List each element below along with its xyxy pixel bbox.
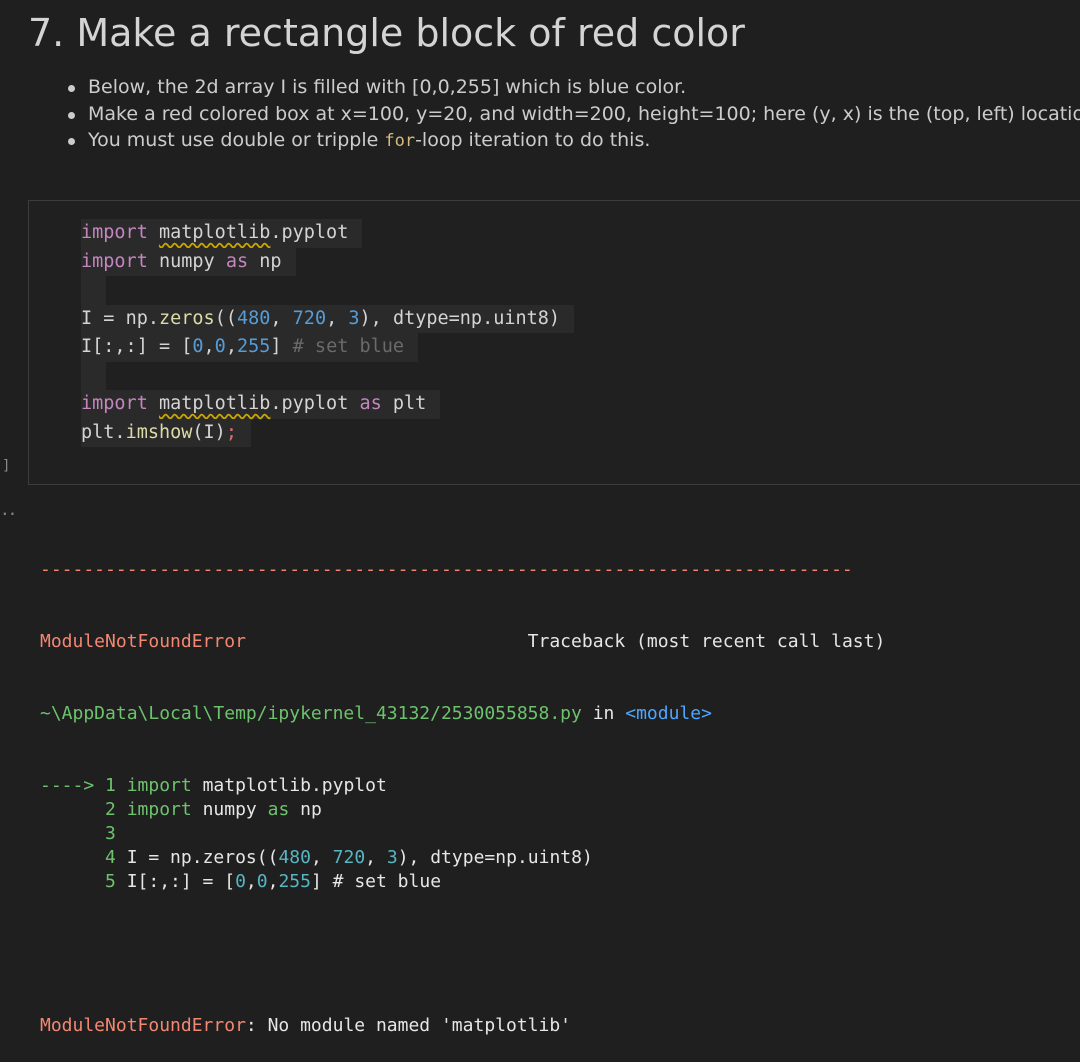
bullet-item: Make a red colored box at x=100, y=20, a…	[66, 101, 1080, 128]
error-name: ModuleNotFoundError	[40, 631, 246, 652]
file-path: ~\AppData\Local\Temp/ipykernel_43132/253…	[40, 703, 582, 724]
final-error: ModuleNotFoundError: No module named 'ma…	[40, 1014, 885, 1038]
traceback-location: ~\AppData\Local\Temp/ipykernel_43132/253…	[40, 702, 885, 726]
cell-output: ----------------------------------------…	[40, 510, 885, 1062]
code-line[interactable]: import matplotlib.pyplot	[81, 219, 574, 248]
traceback-line: 4 I = np.zeros((480, 720, 3), dtype=np.u…	[40, 847, 593, 868]
traceback-line: 5 I[:,:] = [0,0,255] # set blue	[40, 871, 442, 892]
traceback-line: 2 import numpy as np	[40, 799, 322, 820]
code-line[interactable]: plt.imshow(I);	[81, 418, 574, 447]
code-line[interactable]: import matplotlib.pyplot as plt	[81, 390, 574, 419]
code-line[interactable]: I[:,:] = [0,0,255] # set blue	[81, 333, 574, 362]
final-error-message: : No module named 'matplotlib'	[245, 1015, 572, 1036]
final-error-name: ModuleNotFoundError	[40, 1015, 246, 1036]
traceback-line: ----> 1 import matplotlib.pyplot	[40, 775, 387, 796]
bullet-item: You must use double or tripple for-loop …	[66, 127, 1080, 154]
traceback-line: 3	[40, 823, 116, 844]
code-line[interactable]: import numpy as np	[81, 247, 574, 276]
in-word: in	[592, 703, 615, 724]
bullet-text: -loop iteration to do this.	[415, 129, 651, 151]
execution-count: ]	[2, 458, 11, 474]
traceback-label: Traceback (most recent call last)	[527, 631, 886, 652]
code-line[interactable]	[81, 361, 574, 390]
traceback-lines: ----> 1 import matplotlib.pyplot 2 impor…	[40, 774, 885, 894]
bullet-item: Below, the 2d array I is filled with [0,…	[66, 74, 1080, 101]
bullet-text: You must use double or tripple	[88, 129, 385, 151]
code-line[interactable]	[81, 276, 574, 305]
code-editor[interactable]: import matplotlib.pyplot import numpy as …	[81, 219, 575, 447]
traceback-header: ModuleNotFoundError Traceback (most rece…	[40, 630, 885, 654]
module-tag: <module>	[625, 703, 712, 724]
inline-code: for	[384, 131, 416, 151]
traceback-separator: ----------------------------------------…	[40, 559, 853, 580]
code-line[interactable]: I = np.zeros((480, 720, 3), dtype=np.uin…	[81, 304, 575, 333]
code-cell-editor[interactable]: import matplotlib.pyplot import numpy as …	[28, 200, 1080, 485]
markdown-heading: 7. Make a rectangle block of red color	[28, 11, 745, 55]
output-collapse-dots[interactable]: ..	[0, 500, 17, 519]
markdown-bullet-list: Below, the 2d array I is filled with [0,…	[66, 74, 1080, 154]
